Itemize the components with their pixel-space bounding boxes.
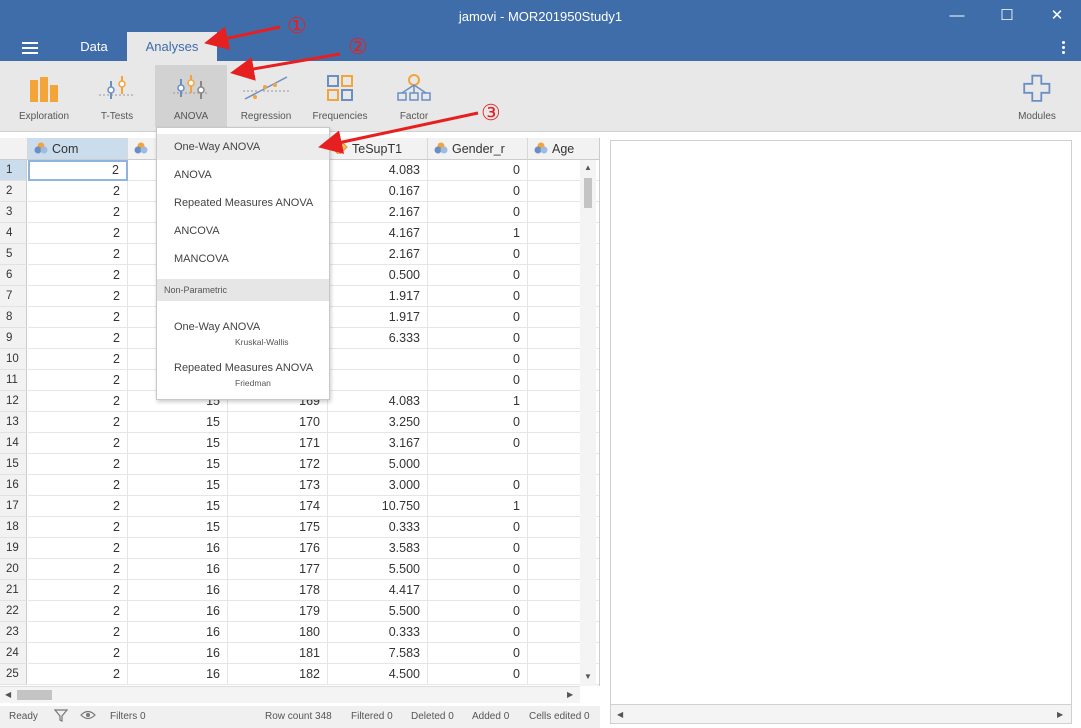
annotation-arrow-3 [318, 111, 479, 154]
annotation-arrow-1 [204, 25, 281, 50]
annotation-number-1: ① [287, 14, 307, 39]
annotation-overlay [204, 25, 479, 154]
annotation-number-2: ② [348, 35, 368, 60]
annotation-arrow-2 [230, 52, 341, 81]
annotation-number-3: ③ [481, 101, 501, 126]
